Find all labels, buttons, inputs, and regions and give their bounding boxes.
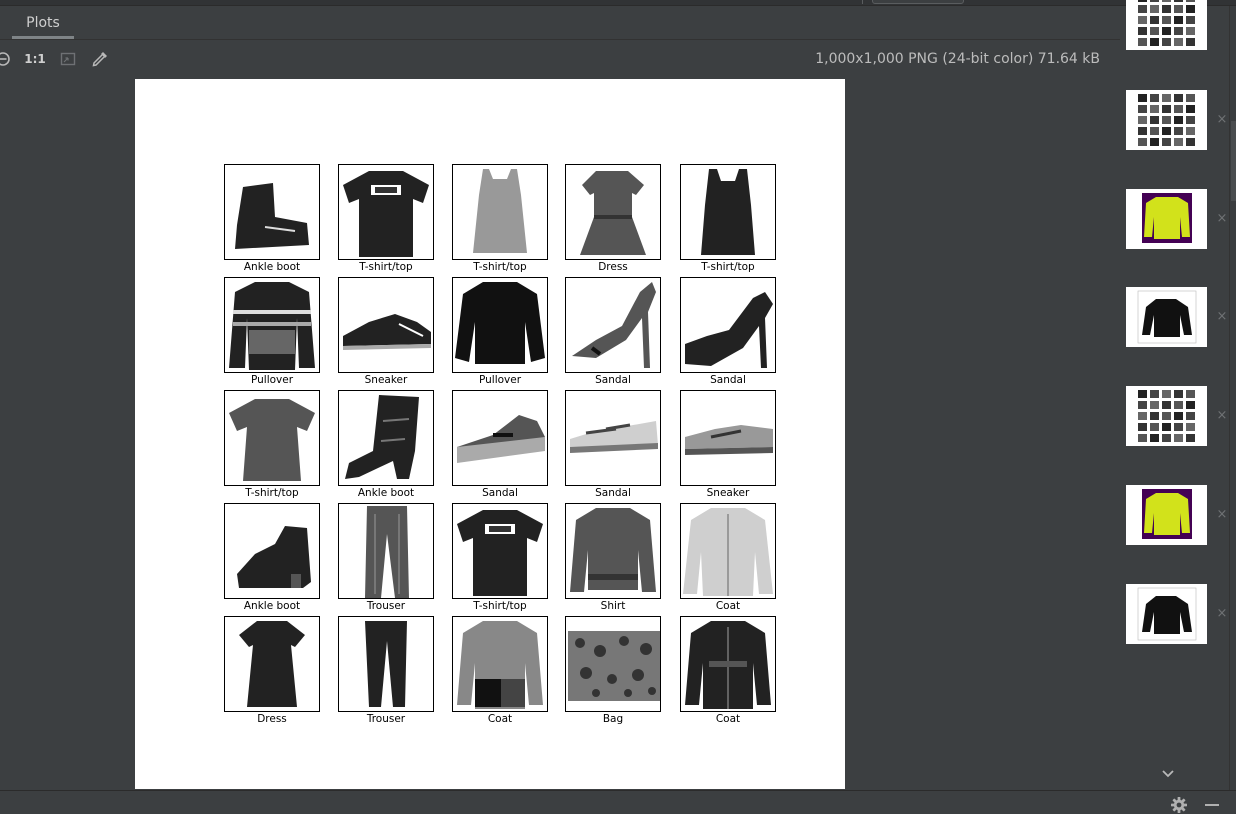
fashion-image xyxy=(338,503,434,599)
fashion-image xyxy=(452,390,548,486)
fashion-image xyxy=(224,503,320,599)
grid-label: Sneaker xyxy=(706,487,750,499)
eyedropper-icon[interactable] xyxy=(90,49,110,69)
fit-window-icon[interactable] xyxy=(58,49,78,69)
grid-cell: T-shirt/top xyxy=(452,503,548,615)
fashion-image xyxy=(680,390,776,486)
grid-cell: Sandal xyxy=(680,277,776,389)
bottom-toolbar xyxy=(0,790,1236,814)
plot-thumbnail[interactable] xyxy=(1126,584,1207,644)
image-info: 1,000x1,000 PNG (24-bit color) 71.64 kB xyxy=(815,51,1100,67)
grid-cell: Dress xyxy=(224,616,320,728)
grid-cell: Trouser xyxy=(338,616,434,728)
close-icon[interactable]: × xyxy=(1216,409,1228,422)
fashion-image xyxy=(224,277,320,373)
grid-cell: Sandal xyxy=(565,277,661,389)
grid-cell: Bag xyxy=(565,616,661,728)
grid-cell: Sneaker xyxy=(680,390,776,502)
gear-icon[interactable] xyxy=(1169,795,1189,814)
fashion-image xyxy=(680,277,776,373)
close-icon[interactable]: × xyxy=(1216,212,1228,225)
plots-header: Plots xyxy=(0,6,1236,40)
fashion-image xyxy=(224,164,320,260)
fashion-image xyxy=(680,503,776,599)
editor-tab-stub[interactable] xyxy=(872,0,964,4)
grid-cell: Pullover xyxy=(452,277,548,389)
plot-thumbnails: × × × × × × xyxy=(1120,0,1230,790)
grid-cell: Shirt xyxy=(565,503,661,615)
fashion-image xyxy=(680,164,776,260)
grid-cell: Coat xyxy=(680,503,776,615)
fashion-image xyxy=(224,390,320,486)
fashion-image xyxy=(565,390,661,486)
grid-label: T-shirt/top xyxy=(701,261,755,273)
fashion-image xyxy=(680,616,776,712)
grid-cell: Coat xyxy=(452,616,548,728)
fashion-image xyxy=(452,616,548,712)
grid-cell: T-shirt/top xyxy=(680,164,776,276)
close-icon[interactable]: × xyxy=(1216,310,1228,323)
fashion-image xyxy=(565,503,661,599)
fashion-image xyxy=(338,277,434,373)
fashion-image xyxy=(565,164,661,260)
grid-cell: Pullover xyxy=(224,277,320,389)
fashion-image xyxy=(565,616,661,712)
grid-cell: Ankle boot xyxy=(224,503,320,615)
tab-plots-label: Plots xyxy=(26,15,60,31)
grid-cell: Sneaker xyxy=(338,277,434,389)
plot-thumbnail[interactable] xyxy=(1126,287,1207,347)
fashion-image xyxy=(452,277,548,373)
grid-cell: T-shirt/top xyxy=(338,164,434,276)
plot-thumbnail[interactable] xyxy=(1126,90,1207,150)
plot-thumbnail[interactable] xyxy=(1126,485,1207,545)
grid-cell: Sandal xyxy=(565,390,661,502)
zoom-out-icon[interactable] xyxy=(0,49,12,69)
grid-label: Coat xyxy=(715,600,741,612)
fashion-image xyxy=(565,277,661,373)
tab-plots[interactable]: Plots xyxy=(12,6,74,40)
plot-thumbnail[interactable] xyxy=(1126,386,1207,446)
grid-cell: Ankle boot xyxy=(224,164,320,276)
thumbnail-scrollbar[interactable] xyxy=(1229,6,1236,790)
minimize-icon[interactable] xyxy=(1202,795,1222,814)
fashion-image xyxy=(452,164,548,260)
grid-label: Coat xyxy=(715,713,741,725)
plot-thumbnail[interactable] xyxy=(1126,189,1207,249)
actual-size-button[interactable]: 1:1 xyxy=(24,49,46,69)
fashion-image xyxy=(338,390,434,486)
grid-label: Sandal xyxy=(710,374,746,386)
grid-cell: T-shirt/top xyxy=(224,390,320,502)
chevron-down-icon[interactable] xyxy=(1160,766,1176,782)
plot-image[interactable]: Ankle boot T-shirt/top T-shirt/top Dress T-s… xyxy=(135,79,845,789)
fashion-image xyxy=(338,616,434,712)
fashion-image xyxy=(452,503,548,599)
grid-cell: Ankle boot xyxy=(338,390,434,502)
close-icon[interactable]: × xyxy=(1216,508,1228,521)
grid-cell: Coat xyxy=(680,616,776,728)
scrollbar-thumb[interactable] xyxy=(1231,121,1236,201)
grid-cell: Sandal xyxy=(452,390,548,502)
plot-thumbnail[interactable] xyxy=(1126,0,1207,50)
grid-cell: Trouser xyxy=(338,503,434,615)
grid-cell: T-shirt/top xyxy=(452,164,548,276)
tab-divider xyxy=(862,0,863,4)
grid-cell: Dress xyxy=(565,164,661,276)
fashion-image xyxy=(224,616,320,712)
close-icon[interactable]: × xyxy=(1216,113,1228,126)
fashion-image xyxy=(338,164,434,260)
close-icon[interactable]: × xyxy=(1216,607,1228,620)
